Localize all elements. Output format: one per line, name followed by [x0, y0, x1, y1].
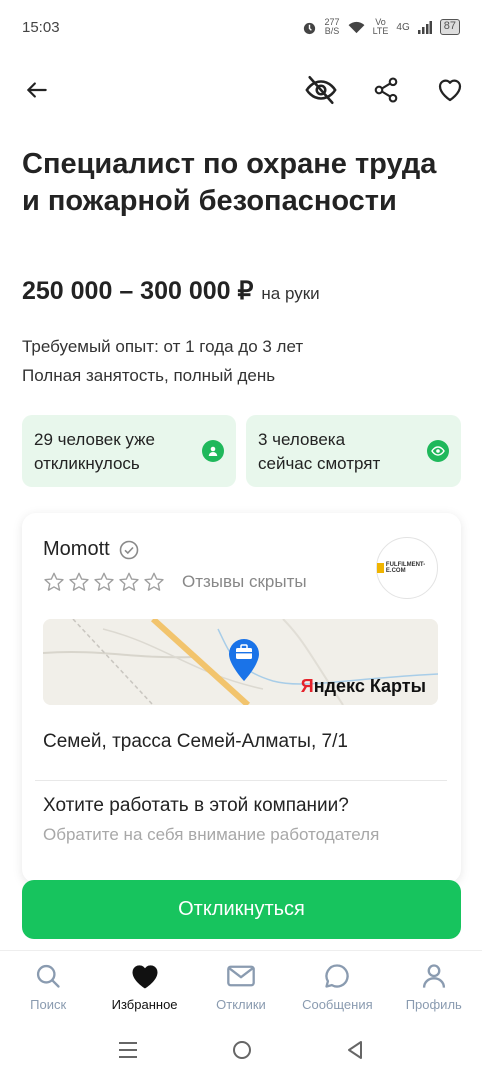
nav-profile-label: Профиль [405, 997, 462, 1012]
search-icon [34, 961, 62, 991]
status-time: 15:03 [22, 18, 60, 36]
nav-messages-label: Сообщения [302, 997, 373, 1012]
experience-text: Требуемый опыт: от 1 года до 3 лет [22, 337, 304, 356]
map-brand-red: Я [300, 676, 314, 696]
signal-icon [417, 20, 432, 34]
status-icons: 277 B/S Vo LTE 4G 87 [302, 18, 460, 36]
back-button[interactable] [15, 68, 59, 112]
employment-text: Полная занятость, полный день [22, 366, 276, 385]
network-type: 4G [396, 21, 410, 33]
favorite-button[interactable] [428, 68, 472, 112]
salary-note: на руки [261, 284, 320, 303]
wifi-icon [348, 21, 364, 33]
nav-search-label: Поиск [30, 997, 67, 1012]
home-icon[interactable] [232, 1040, 252, 1060]
company-card[interactable]: Momott Отзывы скрыты FULFILMENT-E.COM Ян… [22, 513, 461, 883]
nav-favorites-label: Избранное [111, 997, 178, 1012]
star-icon [44, 572, 64, 591]
volte-bottom: LTE [372, 26, 389, 36]
bottom-navigation: Поиск Избранное Отклики Сообщения Профил… [0, 950, 482, 1020]
menu-icon[interactable] [118, 1041, 138, 1059]
back-triangle-icon[interactable] [346, 1040, 364, 1060]
battery-indicator: 87 [439, 19, 460, 35]
divider [35, 780, 447, 781]
watching-count-card: 3 человека сейчас смотрят [246, 415, 461, 487]
responded-line1: 29 человек уже [34, 430, 155, 449]
nav-responses[interactable]: Отклики [193, 951, 289, 1020]
salary-value: 250 000 – 300 000 ₽ [22, 277, 254, 305]
top-toolbar [0, 68, 482, 114]
heart-filled-icon [130, 961, 160, 991]
nav-search[interactable]: Поиск [0, 951, 96, 1020]
reviews-status: Отзывы скрыты [182, 572, 307, 591]
company-rating: Отзывы скрыты [43, 571, 307, 593]
eye-off-icon [305, 75, 337, 105]
work-here-hint: Обратите на себя внимание работодателя [43, 825, 380, 844]
salary: 250 000 – 300 000 ₽ на руки [22, 276, 320, 306]
company-name[interactable]: Momott [43, 538, 110, 561]
chat-icon [323, 961, 351, 991]
status-bar: 15:03 277 B/S Vo LTE 4G 87 [0, 0, 482, 54]
star-icon [144, 572, 164, 591]
star-icon [94, 572, 114, 591]
alarm-icon [303, 22, 315, 34]
nav-favorites[interactable]: Избранное [96, 951, 192, 1020]
heart-outline-icon [438, 79, 462, 102]
network-speed: 277 B/S [325, 18, 340, 36]
mail-icon [226, 961, 256, 991]
responded-line2: откликнулось [34, 454, 140, 473]
nav-responses-label: Отклики [216, 997, 266, 1012]
star-icon [69, 572, 89, 591]
user-icon [420, 961, 448, 991]
watching-line1: 3 человека [258, 430, 346, 449]
person-icon [202, 440, 224, 462]
company-logo: FULFILMENT-E.COM [376, 537, 438, 599]
hide-vacancy-button[interactable] [299, 68, 343, 112]
company-name-row[interactable]: Momott [43, 538, 139, 561]
check-circle-icon [119, 540, 138, 559]
nav-profile[interactable]: Профиль [386, 951, 482, 1020]
arrow-left-icon [27, 82, 47, 98]
logo-mark [377, 563, 384, 573]
eye-icon [427, 440, 449, 462]
vacancy-title: Специалист по охране труда и пожарной бе… [22, 148, 437, 217]
share-button[interactable] [364, 68, 408, 112]
responded-count-card: 29 человек уже откликнулось [22, 415, 236, 487]
company-map[interactable]: Яндекс Карты [43, 619, 438, 705]
nav-messages[interactable]: Сообщения [289, 951, 385, 1020]
network-speed-unit: B/S [324, 26, 340, 36]
star-icon [119, 572, 139, 591]
map-brand-rest: ндекс Карты [313, 676, 426, 696]
work-here-question[interactable]: Хотите работать в этой компании? [43, 795, 349, 817]
volte-indicator: Vo LTE [373, 18, 389, 36]
logo-text: FULFILMENT-E.COM [385, 562, 426, 574]
share-icon [374, 77, 398, 103]
company-address[interactable]: Семей, трасса Семей-Алматы, 7/1 [43, 731, 348, 753]
apply-button[interactable]: Откликнуться [22, 880, 461, 939]
map-provider-brand: Яндекс Карты [301, 676, 426, 697]
system-navigation-bar [0, 1020, 482, 1080]
watching-line2: сейчас смотрят [258, 454, 381, 473]
